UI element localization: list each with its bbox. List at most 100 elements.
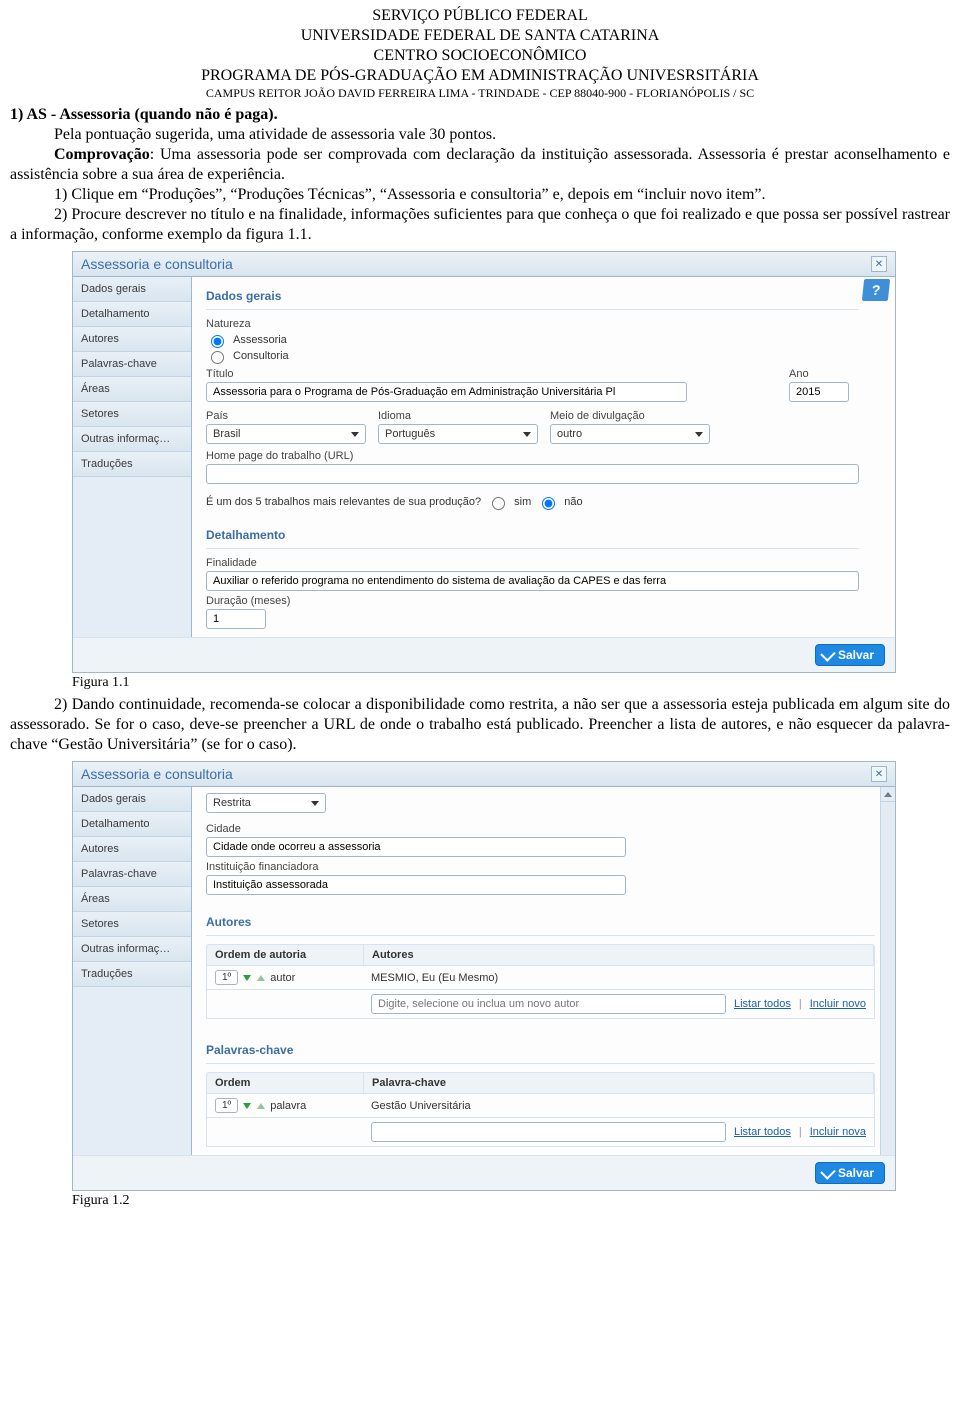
section-autores: Autores (206, 909, 875, 936)
paragraph: 2) Dando continuidade, recomenda-se colo… (10, 695, 950, 755)
header-line-5: CAMPUS REITOR JOÃO DAVID FERREIRA LIMA -… (0, 86, 960, 101)
select-disponibilidade[interactable]: Restrita (206, 793, 326, 813)
select-pais[interactable]: Brasil (206, 424, 366, 444)
table-row: 1º autor MESMIO, Eu (Eu Mesmo) (206, 966, 875, 990)
section-1-text: 1) AS - Assessoria (quando não é paga). … (10, 105, 950, 245)
save-button[interactable]: Salvar (815, 1162, 885, 1184)
input-finalidade[interactable] (206, 571, 859, 591)
header-line-1: SERVIÇO PÚBLICO FEDERAL (0, 6, 960, 26)
label-meio: Meio de divulgação (550, 410, 710, 422)
table-row: 1º palavra Gestão Universitária (206, 1094, 875, 1118)
radio-sim[interactable] (492, 497, 505, 510)
input-nova-palavra[interactable] (371, 1122, 726, 1142)
sidebar-item-outras[interactable]: Outras informaç… (73, 427, 191, 452)
scroll-up-icon[interactable] (881, 787, 895, 802)
select-idioma[interactable]: Português (378, 424, 538, 444)
arrow-down-icon[interactable] (243, 1103, 251, 1109)
label-relevante: É um dos 5 trabalhos mais relevantes de … (206, 496, 481, 508)
figure-caption-1: Figura 1.1 (72, 675, 960, 691)
radio-consultoria[interactable] (211, 351, 224, 364)
label-pais: País (206, 410, 366, 422)
paragraph: Pela pontuação sugerida, uma atividade d… (10, 125, 950, 145)
sidebar-item-setores[interactable]: Setores (73, 912, 191, 937)
check-icon (820, 646, 836, 662)
radio-assessoria[interactable] (211, 335, 224, 348)
sidebar-item-setores[interactable]: Setores (73, 402, 191, 427)
sidebar-item-dados-gerais[interactable]: Dados gerais (73, 277, 191, 302)
input-duracao[interactable] (206, 609, 266, 629)
label-duracao: Duração (meses) (206, 595, 859, 607)
arrow-up-icon[interactable] (257, 975, 265, 981)
help-icon[interactable]: ? (862, 279, 890, 301)
document-header: SERVIÇO PÚBLICO FEDERAL UNIVERSIDADE FED… (0, 6, 960, 101)
section-detalhamento: Detalhamento (206, 522, 859, 549)
panel-titlebar: Assessoria e consultoria ✕ (73, 252, 895, 277)
sidebar: Dados gerais Detalhamento Autores Palavr… (73, 277, 192, 637)
sidebar-item-autores[interactable]: Autores (73, 837, 191, 862)
autor-name: MESMIO, Eu (Eu Mesmo) (363, 968, 874, 988)
sidebar-item-traducoes[interactable]: Traduções (73, 962, 191, 987)
input-cidade[interactable] (206, 837, 626, 857)
sidebar-item-dados-gerais[interactable]: Dados gerais (73, 787, 191, 812)
table-row: Listar todos | Incluir novo (206, 990, 875, 1019)
panel-title: Assessoria e consultoria (81, 256, 233, 272)
sidebar-item-traducoes[interactable]: Traduções (73, 452, 191, 477)
figure-caption-2: Figura 1.2 (72, 1193, 960, 1209)
scrollbar[interactable] (880, 787, 895, 1155)
radio-label: Consultoria (233, 350, 289, 362)
sidebar-item-palavras-chave[interactable]: Palavras-chave (73, 352, 191, 377)
sidebar-item-outras[interactable]: Outras informaç… (73, 937, 191, 962)
save-button[interactable]: Salvar (815, 644, 885, 666)
tag-palavra: palavra (270, 1100, 306, 1112)
form-content: ? Dados gerais Natureza Assessoria Consu… (192, 277, 895, 637)
sidebar: Dados gerais Detalhamento Autores Palavr… (73, 787, 192, 1155)
select-meio[interactable]: outro (550, 424, 710, 444)
sidebar-item-areas[interactable]: Áreas (73, 887, 191, 912)
label-url: Home page do trabalho (URL) (206, 450, 859, 462)
label-cidade: Cidade (206, 823, 875, 835)
ordem-badge: 1º (215, 1098, 238, 1113)
header-line-2: UNIVERSIDADE FEDERAL DE SANTA CATARINA (0, 26, 960, 46)
arrow-up-icon[interactable] (257, 1103, 265, 1109)
label-natureza: Natureza (206, 318, 859, 330)
close-icon[interactable]: ✕ (871, 766, 887, 782)
chevron-down-icon (311, 801, 319, 806)
table-row: Listar todos | Incluir nova (206, 1118, 875, 1147)
chevron-down-icon (523, 432, 531, 437)
close-icon[interactable]: ✕ (871, 256, 887, 272)
input-novo-autor[interactable] (371, 994, 726, 1014)
panel-title: Assessoria e consultoria (81, 766, 233, 782)
paragraph: Comprovação: Uma assessoria pode ser com… (10, 145, 950, 185)
sidebar-item-autores[interactable]: Autores (73, 327, 191, 352)
check-icon (820, 1164, 836, 1180)
header-line-4: PROGRAMA DE PÓS-GRADUAÇÃO EM ADMINISTRAÇ… (0, 66, 960, 86)
sidebar-item-detalhamento[interactable]: Detalhamento (73, 302, 191, 327)
chevron-down-icon (695, 432, 703, 437)
link-incluir-nova[interactable]: Incluir nova (810, 1126, 866, 1138)
link-incluir-novo[interactable]: Incluir novo (810, 998, 866, 1010)
link-listar-todos[interactable]: Listar todos (734, 998, 791, 1010)
radio-label: sim (514, 496, 531, 508)
col-ordem: Ordem de autoria (207, 945, 364, 965)
radio-nao[interactable] (542, 497, 555, 510)
sidebar-item-areas[interactable]: Áreas (73, 377, 191, 402)
arrow-down-icon[interactable] (243, 975, 251, 981)
tag-autor: autor (270, 972, 295, 984)
radio-label: não (564, 496, 582, 508)
autores-table-header: Ordem de autoria Autores (206, 944, 875, 966)
radio-label: Assessoria (233, 334, 287, 346)
sidebar-item-detalhamento[interactable]: Detalhamento (73, 812, 191, 837)
section-title: 1) AS - Assessoria (quando não é paga). (10, 105, 950, 125)
input-ano[interactable] (789, 382, 849, 402)
paragraph: 2) Procure descrever no título e na fina… (10, 205, 950, 245)
palavras-table-header: Ordem Palavra-chave (206, 1072, 875, 1094)
input-titulo[interactable] (206, 382, 687, 402)
sidebar-item-palavras-chave[interactable]: Palavras-chave (73, 862, 191, 887)
col-palavra: Palavra-chave (364, 1073, 874, 1093)
label-ano: Ano (789, 368, 859, 380)
link-listar-todos[interactable]: Listar todos (734, 1126, 791, 1138)
figure-1-1-panel: Assessoria e consultoria ✕ Dados gerais … (72, 251, 960, 673)
input-instituicao[interactable] (206, 875, 626, 895)
label-titulo: Título (206, 368, 687, 380)
input-url[interactable] (206, 464, 859, 484)
